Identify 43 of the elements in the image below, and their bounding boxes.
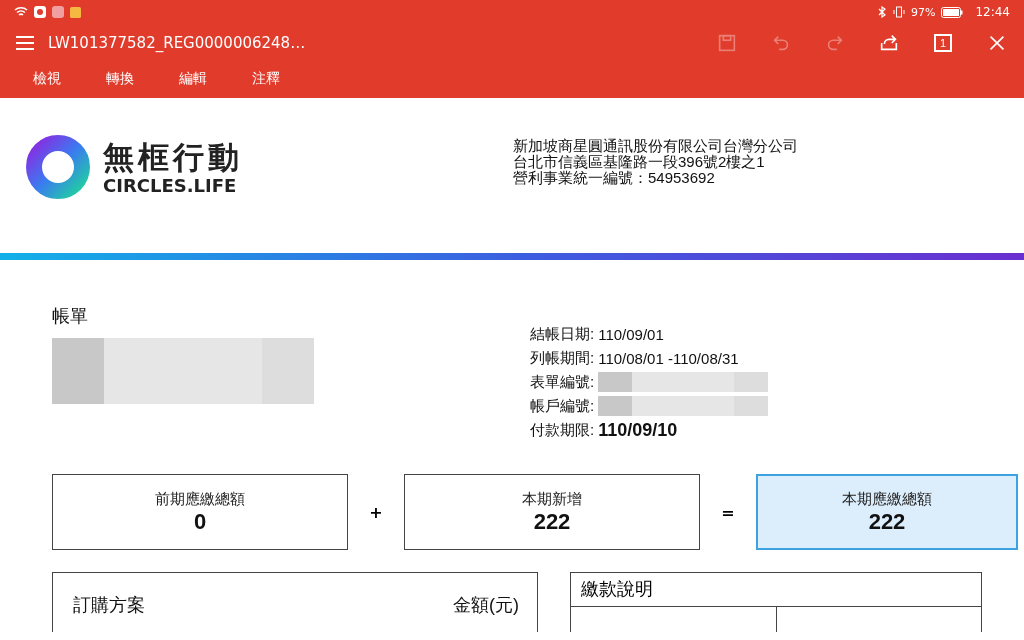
- amount-label: 前期應繳總額: [155, 489, 245, 509]
- detail-label: 帳戶編號:: [530, 396, 595, 416]
- clock: 12:44: [975, 5, 1010, 19]
- detail-label: 表單編號:: [530, 372, 595, 392]
- detail-label: 付款期限:: [530, 420, 595, 440]
- save-icon: [716, 32, 738, 54]
- battery-icon: [941, 6, 964, 18]
- app-icon: [52, 6, 64, 18]
- company-info: 新加坡商星圓通訊股份有限公司台灣分公司: [513, 138, 798, 154]
- column-header: 訂購方案: [73, 594, 145, 617]
- menu-item[interactable]: 編輯: [179, 70, 207, 88]
- document-title: LW101377582_REG0000006248…: [48, 34, 307, 52]
- menu-item[interactable]: 檢視: [33, 70, 61, 88]
- operator-sign: +: [368, 502, 384, 522]
- vibrate-icon: [892, 6, 905, 18]
- operator-sign: =: [720, 502, 736, 522]
- page-number-button[interactable]: 1: [934, 34, 952, 52]
- wifi-icon: [14, 6, 28, 18]
- menu-icon[interactable]: [16, 35, 34, 51]
- menu-item[interactable]: 注釋: [252, 70, 280, 88]
- amount-label: 本期新增: [522, 489, 582, 509]
- detail-label: 列帳期間:: [530, 348, 595, 368]
- bluetooth-icon: [876, 6, 887, 18]
- company-info: 台北市信義區基隆路一段396號2樓之1: [513, 154, 766, 170]
- detail-value: 110/09/10: [598, 419, 678, 441]
- battery-percentage: 97%: [910, 5, 936, 19]
- detail-value: 110/08/01 -110/08/31: [598, 349, 739, 367]
- amount-value: 0: [193, 508, 207, 535]
- logo-icon: [25, 134, 91, 200]
- amount-value: 222: [533, 508, 571, 535]
- menu-item[interactable]: 轉換: [106, 70, 134, 88]
- bill-title: 帳單: [52, 304, 89, 328]
- brand-name: CIRCLES.LIFE: [103, 174, 238, 196]
- amount-value: 222: [868, 508, 906, 535]
- detail-label: 結帳日期:: [530, 324, 595, 344]
- payment-title: 繳款說明: [571, 573, 981, 607]
- amount-label: 本期應繳總額: [842, 489, 932, 509]
- detail-value: 110/09/01: [598, 325, 664, 343]
- company-info: 營利事業統一編號：54953692: [513, 170, 716, 186]
- app-icon: [34, 6, 46, 18]
- column-header: 金額(元): [453, 594, 519, 617]
- brand-name: 無框行動: [103, 138, 243, 175]
- app-icon: [70, 6, 81, 18]
